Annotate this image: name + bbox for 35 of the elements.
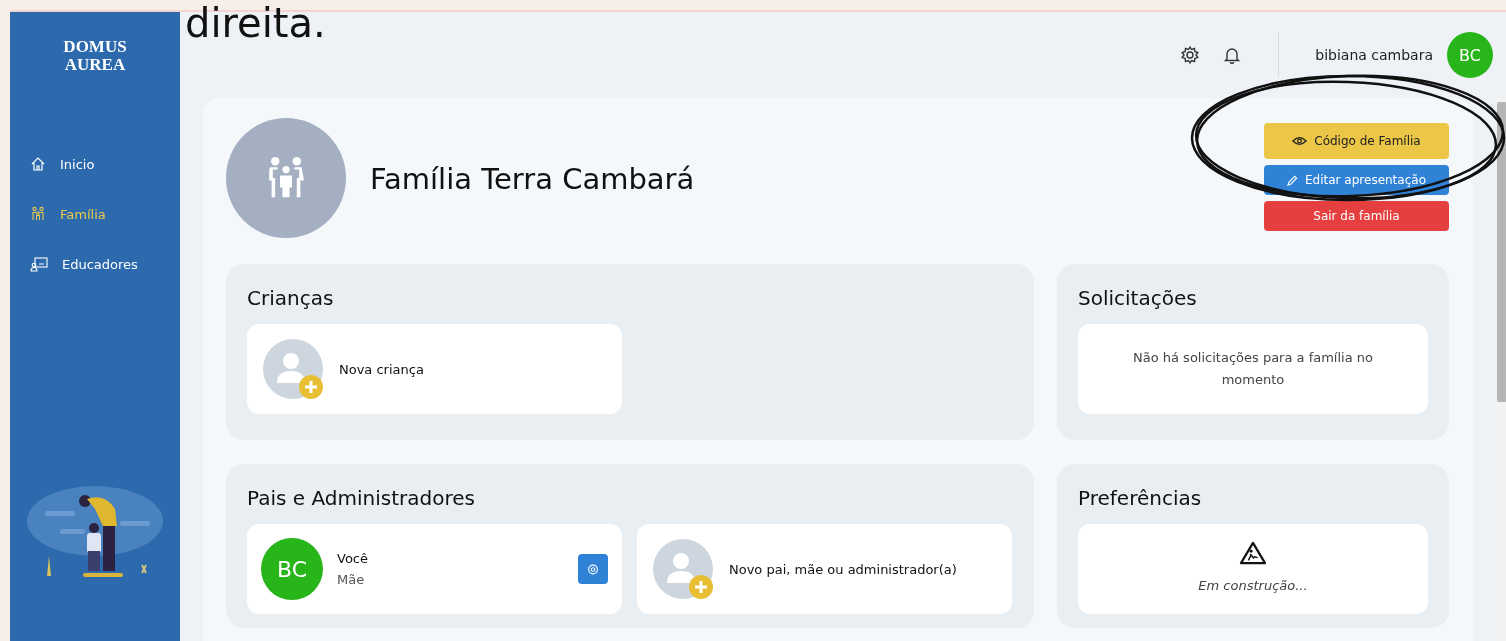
tile-label: Novo pai, mãe ou administrador(a) — [729, 561, 957, 577]
eye-icon — [1292, 136, 1308, 146]
home-icon — [30, 156, 46, 172]
scrollbar-thumb[interactable] — [1497, 102, 1506, 402]
user-name[interactable]: bibiana cambara — [1315, 47, 1433, 63]
add-child-card[interactable]: Nova criança — [247, 324, 622, 414]
action-button[interactable]: Código de Família — [1264, 123, 1449, 159]
logo: DOMUS AUREA — [63, 38, 127, 74]
member-name: Você — [337, 551, 369, 566]
sidebar-item[interactable]: Família — [30, 206, 180, 222]
view-button[interactable] — [578, 554, 608, 584]
member-avatar: BC — [261, 538, 323, 600]
slide-caption: direita. — [185, 0, 326, 46]
sidebar-item[interactable]: Educadores — [30, 256, 180, 272]
tile-label: Nova criança — [339, 361, 424, 377]
pencil-icon — [1287, 174, 1298, 186]
eye-icon — [586, 563, 600, 575]
family-icon — [30, 206, 46, 222]
settings-icon[interactable] — [1180, 45, 1201, 65]
section-title: Crianças — [247, 286, 335, 310]
section-title: Preferências — [1078, 486, 1203, 510]
family-name: Família Terra Cambará — [370, 162, 696, 196]
person-placeholder-icon — [261, 337, 325, 401]
action-button[interactable]: Sair da família — [1264, 201, 1449, 231]
empty-message: Não há solicitações para a família no momento — [1132, 349, 1374, 389]
section-title: Pais e Administradores — [247, 486, 476, 510]
action-button[interactable]: Editar apresentação — [1264, 165, 1449, 195]
construction-message: Em construção... — [1197, 577, 1309, 595]
add-parent-card[interactable]: Novo pai, mãe ou administrador(a) — [637, 524, 1012, 614]
construction-sign-icon — [1239, 541, 1267, 565]
teacher-icon — [30, 256, 48, 272]
person-placeholder-icon — [651, 537, 715, 601]
section-title: Solicitações — [1078, 286, 1198, 310]
member-role: Mãe — [337, 572, 366, 587]
sidebar-item[interactable]: Inicio — [30, 156, 180, 172]
